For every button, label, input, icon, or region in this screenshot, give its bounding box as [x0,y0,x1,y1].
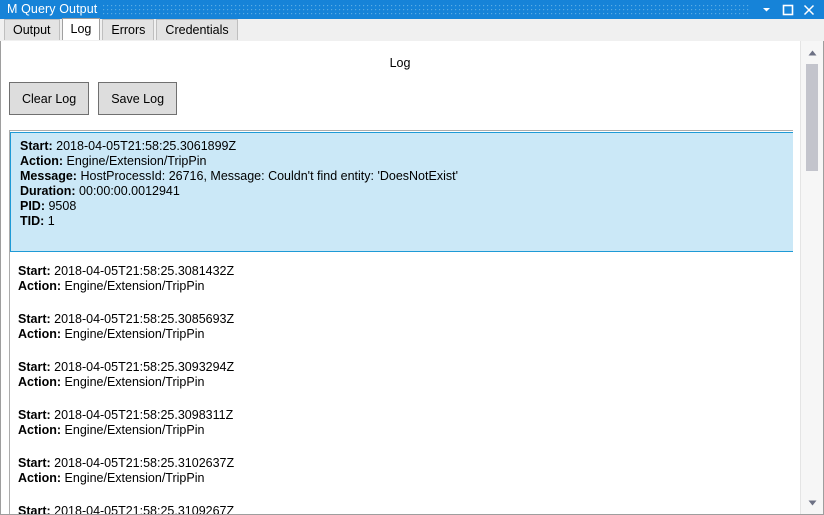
log-field-message: Message: HostProcessId: 26716, Message: … [20,169,793,184]
clear-log-button[interactable]: Clear Log [9,82,90,115]
log-field-label: Action: [18,327,62,341]
log-field-label: Start: [18,408,51,422]
list-item[interactable]: Start: 2018-04-05T21:58:25.3102637Z Acti… [10,453,793,489]
log-field-value: Engine/Extension/TripPin [64,423,205,437]
title-bar-grip [103,4,750,15]
page-title: Log [389,56,411,70]
log-field-label: Message: [20,169,77,183]
log-field-start: Start: 2018-04-05T21:58:25.3093294Z [18,360,793,375]
log-field-value: HostProcessId: 26716, Message: Couldn't … [80,169,458,183]
log-field-start: Start: 2018-04-05T21:58:25.3102637Z [18,456,793,471]
list-item[interactable]: Start: 2018-04-05T21:58:25.3081432Z Acti… [10,261,793,297]
tab-output[interactable]: Output [4,19,60,40]
list-item[interactable]: Start: 2018-04-05T21:58:25.3085693Z Acti… [10,309,793,345]
close-icon[interactable] [798,0,819,19]
log-field-value: Engine/Extension/TripPin [64,327,205,341]
list-item[interactable]: Start: 2018-04-05T21:58:25.3098311Z Acti… [10,405,793,441]
log-field-action: Action: Engine/Extension/TripPin [18,375,793,390]
log-toolbar: Clear Log Save Log [9,82,178,115]
log-field-label: TID: [20,214,45,228]
log-field-start: Start: 2018-04-05T21:58:25.3081432Z [18,264,793,279]
tab-strip: Output Log Errors Credentials [0,18,824,41]
log-field-label: Duration: [20,184,76,198]
window-title: M Query Output [7,2,98,16]
log-field-value: 9508 [48,199,77,213]
vertical-scrollbar[interactable] [800,41,823,514]
log-field-value: 2018-04-05T21:58:25.3098311Z [54,408,234,422]
log-field-label: Start: [18,360,51,374]
log-field-value: 2018-04-05T21:58:25.3102637Z [54,456,235,470]
log-field-label: Start: [20,139,53,153]
log-field-value: 2018-04-05T21:58:25.3085693Z [54,312,235,326]
log-field-value: Engine/Extension/TripPin [64,279,205,293]
log-field-action: Action: Engine/Extension/TripPin [20,154,793,169]
log-field-label: Action: [18,279,62,293]
log-field-label: Start: [18,456,51,470]
scroll-up-arrow-icon[interactable] [801,44,823,61]
log-field-value: 2018-04-05T21:58:25.3109267Z [54,504,235,514]
tab-credentials[interactable]: Credentials [156,19,238,40]
log-field-start: Start: 2018-04-05T21:58:25.3098311Z [18,408,793,423]
log-field-value: 2018-04-05T21:58:25.3093294Z [54,360,235,374]
log-field-value: 00:00:00.0012941 [79,184,180,198]
log-field-action: Action: Engine/Extension/TripPin [18,423,793,438]
scroll-down-arrow-icon[interactable] [801,494,823,511]
log-field-label: Start: [18,312,51,326]
log-field-tid: TID: 1 [20,214,793,229]
log-field-label: Action: [18,375,62,389]
tab-log[interactable]: Log [61,18,101,40]
log-field-start: Start: 2018-04-05T21:58:25.3085693Z [18,312,793,327]
tab-errors[interactable]: Errors [102,19,155,40]
log-field-start: Start: 2018-04-05T21:58:25.3109267Z [18,504,793,514]
log-field-label: Action: [20,154,64,168]
log-field-label: Start: [18,504,51,514]
m-query-output-window: M Query Output Output Log Errors Credent… [0,0,824,515]
scroll-thumb[interactable] [806,64,818,171]
title-bar: M Query Output [0,0,824,19]
log-field-value: 1 [47,214,55,228]
log-field-value: Engine/Extension/TripPin [66,154,207,168]
minimize-icon[interactable] [756,0,777,19]
save-log-button[interactable]: Save Log [98,82,178,115]
log-panel: Log Clear Log Save Log Start: 2018-04-05… [0,41,824,515]
list-item[interactable]: Start: 2018-04-05T21:58:25.3061899Z Acti… [10,132,793,252]
log-field-label: PID: [20,199,45,213]
log-field-pid: PID: 9508 [20,199,793,214]
log-field-value: 2018-04-05T21:58:25.3081432Z [54,264,235,278]
log-field-value: Engine/Extension/TripPin [64,471,205,485]
window-controls [756,0,824,19]
maximize-icon[interactable] [777,0,798,19]
log-field-duration: Duration: 00:00:00.0012941 [20,184,793,199]
log-field-value: 2018-04-05T21:58:25.3061899Z [56,139,237,153]
list-item[interactable]: Start: 2018-04-05T21:58:25.3109267Z [10,501,793,514]
log-field-action: Action: Engine/Extension/TripPin [18,279,793,294]
log-field-label: Start: [18,264,51,278]
log-field-value: Engine/Extension/TripPin [64,375,205,389]
log-field-action: Action: Engine/Extension/TripPin [18,327,793,342]
log-field-label: Action: [18,471,62,485]
log-list[interactable]: Start: 2018-04-05T21:58:25.3061899Z Acti… [9,130,793,514]
log-field-start: Start: 2018-04-05T21:58:25.3061899Z [20,139,793,154]
log-field-label: Action: [18,423,62,437]
log-field-action: Action: Engine/Extension/TripPin [18,471,793,486]
list-item[interactable]: Start: 2018-04-05T21:58:25.3093294Z Acti… [10,357,793,393]
